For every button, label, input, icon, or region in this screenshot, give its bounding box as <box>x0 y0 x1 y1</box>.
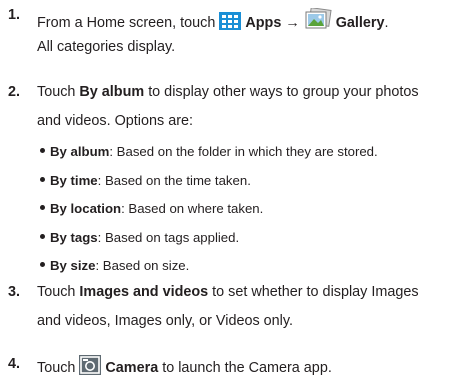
bullet-icon <box>40 234 45 239</box>
step-text: Touch <box>37 84 76 100</box>
images-and-videos-label: Images and videos <box>79 284 209 300</box>
option-description: : Based on the folder in which they are … <box>109 144 378 159</box>
step-text: to launch the Camera app. <box>162 360 332 376</box>
camera-icon <box>79 355 102 378</box>
bullet-icon <box>40 262 45 267</box>
step-text: From a Home screen, touch <box>37 15 216 31</box>
step-text: to display other ways to group your phot… <box>148 84 419 100</box>
camera-label: Camera <box>105 360 159 376</box>
step-number: 3. <box>8 284 21 300</box>
option-label: By tags <box>50 230 98 245</box>
apps-grid-icon <box>219 12 242 33</box>
apps-label: Apps <box>245 15 282 31</box>
step-text: to set whether to display Images <box>212 284 419 300</box>
step-4-line-1: Touch Camera to launch the Camera app. <box>37 355 332 378</box>
by-album-label: By album <box>79 84 145 100</box>
document-page: { "steps": [ { "number": "1.", "line1": … <box>0 0 474 385</box>
option-description: : Based on where taken. <box>121 201 264 216</box>
option-description: : Based on the time taken. <box>97 173 251 188</box>
step-number: 2. <box>8 84 21 100</box>
option-item: By album: Based on the folder in which t… <box>40 145 378 158</box>
step-2-line-2: and videos. Options are: <box>37 113 193 129</box>
option-label: By location <box>50 201 122 216</box>
step-2-line-1: Touch By album to display other ways to … <box>37 85 419 99</box>
option-item: By location: Based on where taken. <box>40 202 263 215</box>
option-label: By time <box>50 173 98 188</box>
step-text: Touch <box>37 360 76 376</box>
option-item: By time: Based on the time taken. <box>40 174 251 187</box>
step-3-line-2: and videos, Images only, or Videos only. <box>37 313 293 329</box>
option-label: By album <box>50 144 110 159</box>
gallery-icon <box>304 7 332 33</box>
option-description: : Based on size. <box>95 258 190 273</box>
step-1-line-2: All categories display. <box>37 39 176 55</box>
option-item: By size: Based on size. <box>40 259 189 272</box>
arrow-glyph: → <box>285 15 300 31</box>
gallery-label: Gallery <box>335 15 385 31</box>
bullet-icon <box>40 177 45 182</box>
option-item: By tags: Based on tags applied. <box>40 231 239 244</box>
step-number: 1. <box>8 7 21 23</box>
bullet-icon <box>40 205 45 210</box>
step-number: 4. <box>8 356 21 372</box>
option-description: : Based on tags applied. <box>97 230 240 245</box>
period: . <box>384 15 389 31</box>
step-1-line-1: From a Home screen, touch Apps → Gallery… <box>37 7 389 33</box>
step-text: Touch <box>37 284 76 300</box>
bullet-icon <box>40 148 45 153</box>
step-3-line-1: Touch Images and videos to set whether t… <box>37 285 419 299</box>
option-label: By size <box>50 258 96 273</box>
